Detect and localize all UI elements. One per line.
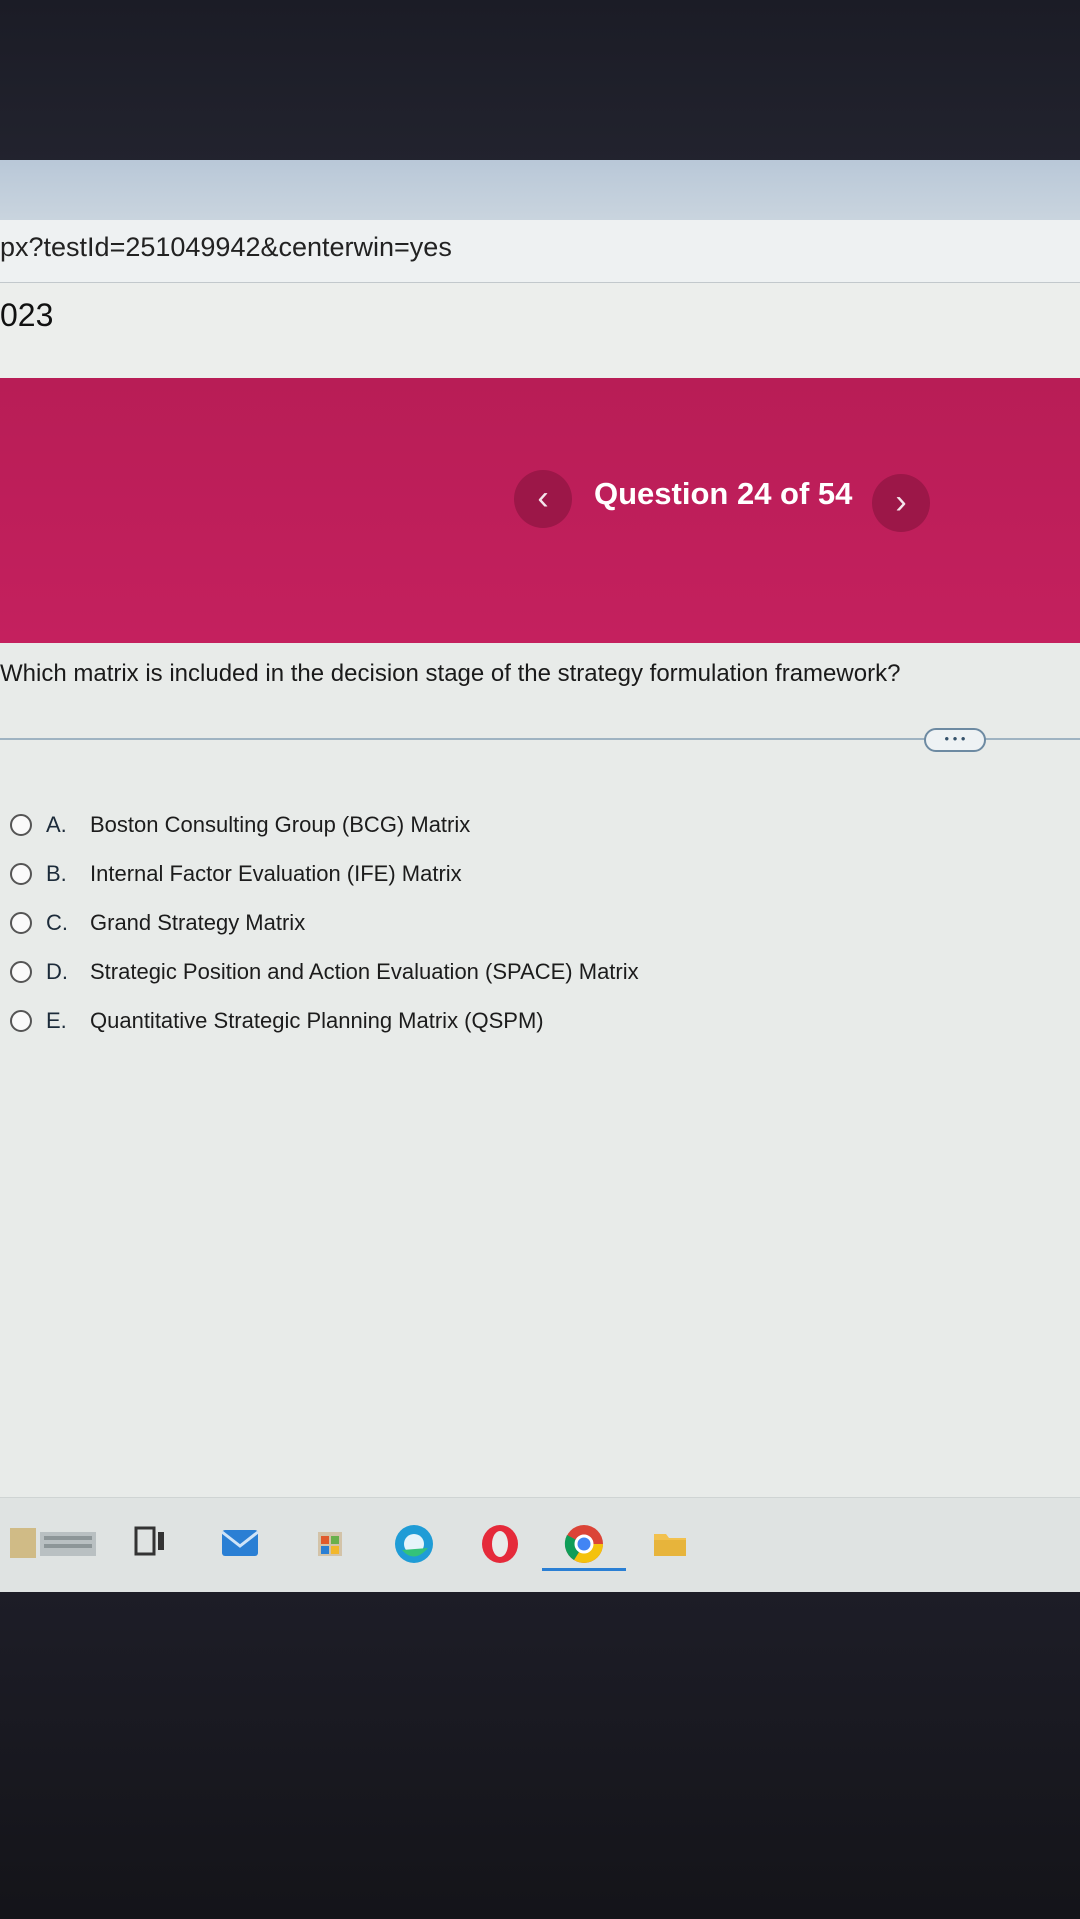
option-c[interactable]: C. Grand Strategy Matrix — [0, 898, 1000, 947]
task-view-icon[interactable] — [130, 1522, 170, 1562]
option-letter: C. — [46, 909, 68, 935]
option-text: Grand Strategy Matrix — [90, 909, 306, 935]
question-banner: ‹ Question 24 of 54 › — [0, 378, 1080, 643]
store-icon[interactable] — [310, 1522, 350, 1562]
option-a[interactable]: A. Boston Consulting Group (BCG) Matrix — [0, 800, 1000, 849]
active-app-indicator — [542, 1568, 626, 1571]
option-b[interactable]: B. Internal Factor Evaluation (IFE) Matr… — [0, 849, 1000, 898]
radio-button[interactable] — [10, 960, 32, 983]
previous-question-button[interactable]: ‹ — [514, 470, 572, 528]
option-letter: E. — [46, 1007, 67, 1033]
page-header: 023 — [0, 283, 1080, 378]
expand-more-button[interactable]: • • • — [924, 728, 986, 752]
monitor-bezel-bottom — [0, 1592, 1080, 1919]
radio-button[interactable] — [10, 1009, 32, 1032]
option-letter: A. — [46, 811, 67, 837]
browser-tab-strip — [0, 160, 1080, 220]
opera-icon[interactable] — [478, 1522, 518, 1563]
chevron-left-icon: ‹ — [537, 479, 549, 517]
radio-button[interactable] — [10, 813, 32, 836]
chevron-right-icon: › — [895, 483, 907, 521]
file-explorer-icon[interactable] — [650, 1522, 690, 1562]
radio-button[interactable] — [10, 862, 32, 885]
option-letter: D. — [46, 958, 68, 984]
mail-icon[interactable] — [218, 1522, 259, 1562]
url-text[interactable]: px?testId=251049942&centerwin=yes — [0, 232, 452, 263]
option-text: Boston Consulting Group (BCG) Matrix — [90, 811, 471, 837]
page-title: 023 — [0, 297, 54, 333]
monitor-bezel-top — [0, 0, 1080, 165]
option-letter: B. — [46, 860, 67, 886]
next-question-button[interactable]: › — [872, 474, 930, 532]
browser-window: px?testId=251049942&centerwin=yes 023 ‹ … — [0, 160, 1080, 1592]
address-bar[interactable]: px?testId=251049942&centerwin=yes — [0, 220, 1080, 283]
option-text: Strategic Position and Action Evaluation… — [90, 958, 639, 984]
widgets-icon[interactable] — [10, 1522, 100, 1562]
option-text: Quantitative Strategic Planning Matrix (… — [90, 1007, 544, 1033]
answer-options: A. Boston Consulting Group (BCG) Matrix … — [0, 800, 1000, 1045]
question-counter: Question 24 of 54 — [594, 476, 853, 511]
question-text: Which matrix is included in the decision… — [0, 660, 901, 687]
option-e[interactable]: E. Quantitative Strategic Planning Matri… — [0, 996, 1000, 1045]
chrome-icon[interactable] — [542, 1522, 626, 1571]
divider — [0, 738, 1080, 740]
taskbar — [0, 1497, 1080, 1592]
radio-button[interactable] — [10, 911, 32, 934]
option-text: Internal Factor Evaluation (IFE) Matrix — [90, 860, 462, 886]
option-d[interactable]: D. Strategic Position and Action Evaluat… — [0, 947, 1000, 996]
edge-icon[interactable] — [392, 1522, 433, 1563]
